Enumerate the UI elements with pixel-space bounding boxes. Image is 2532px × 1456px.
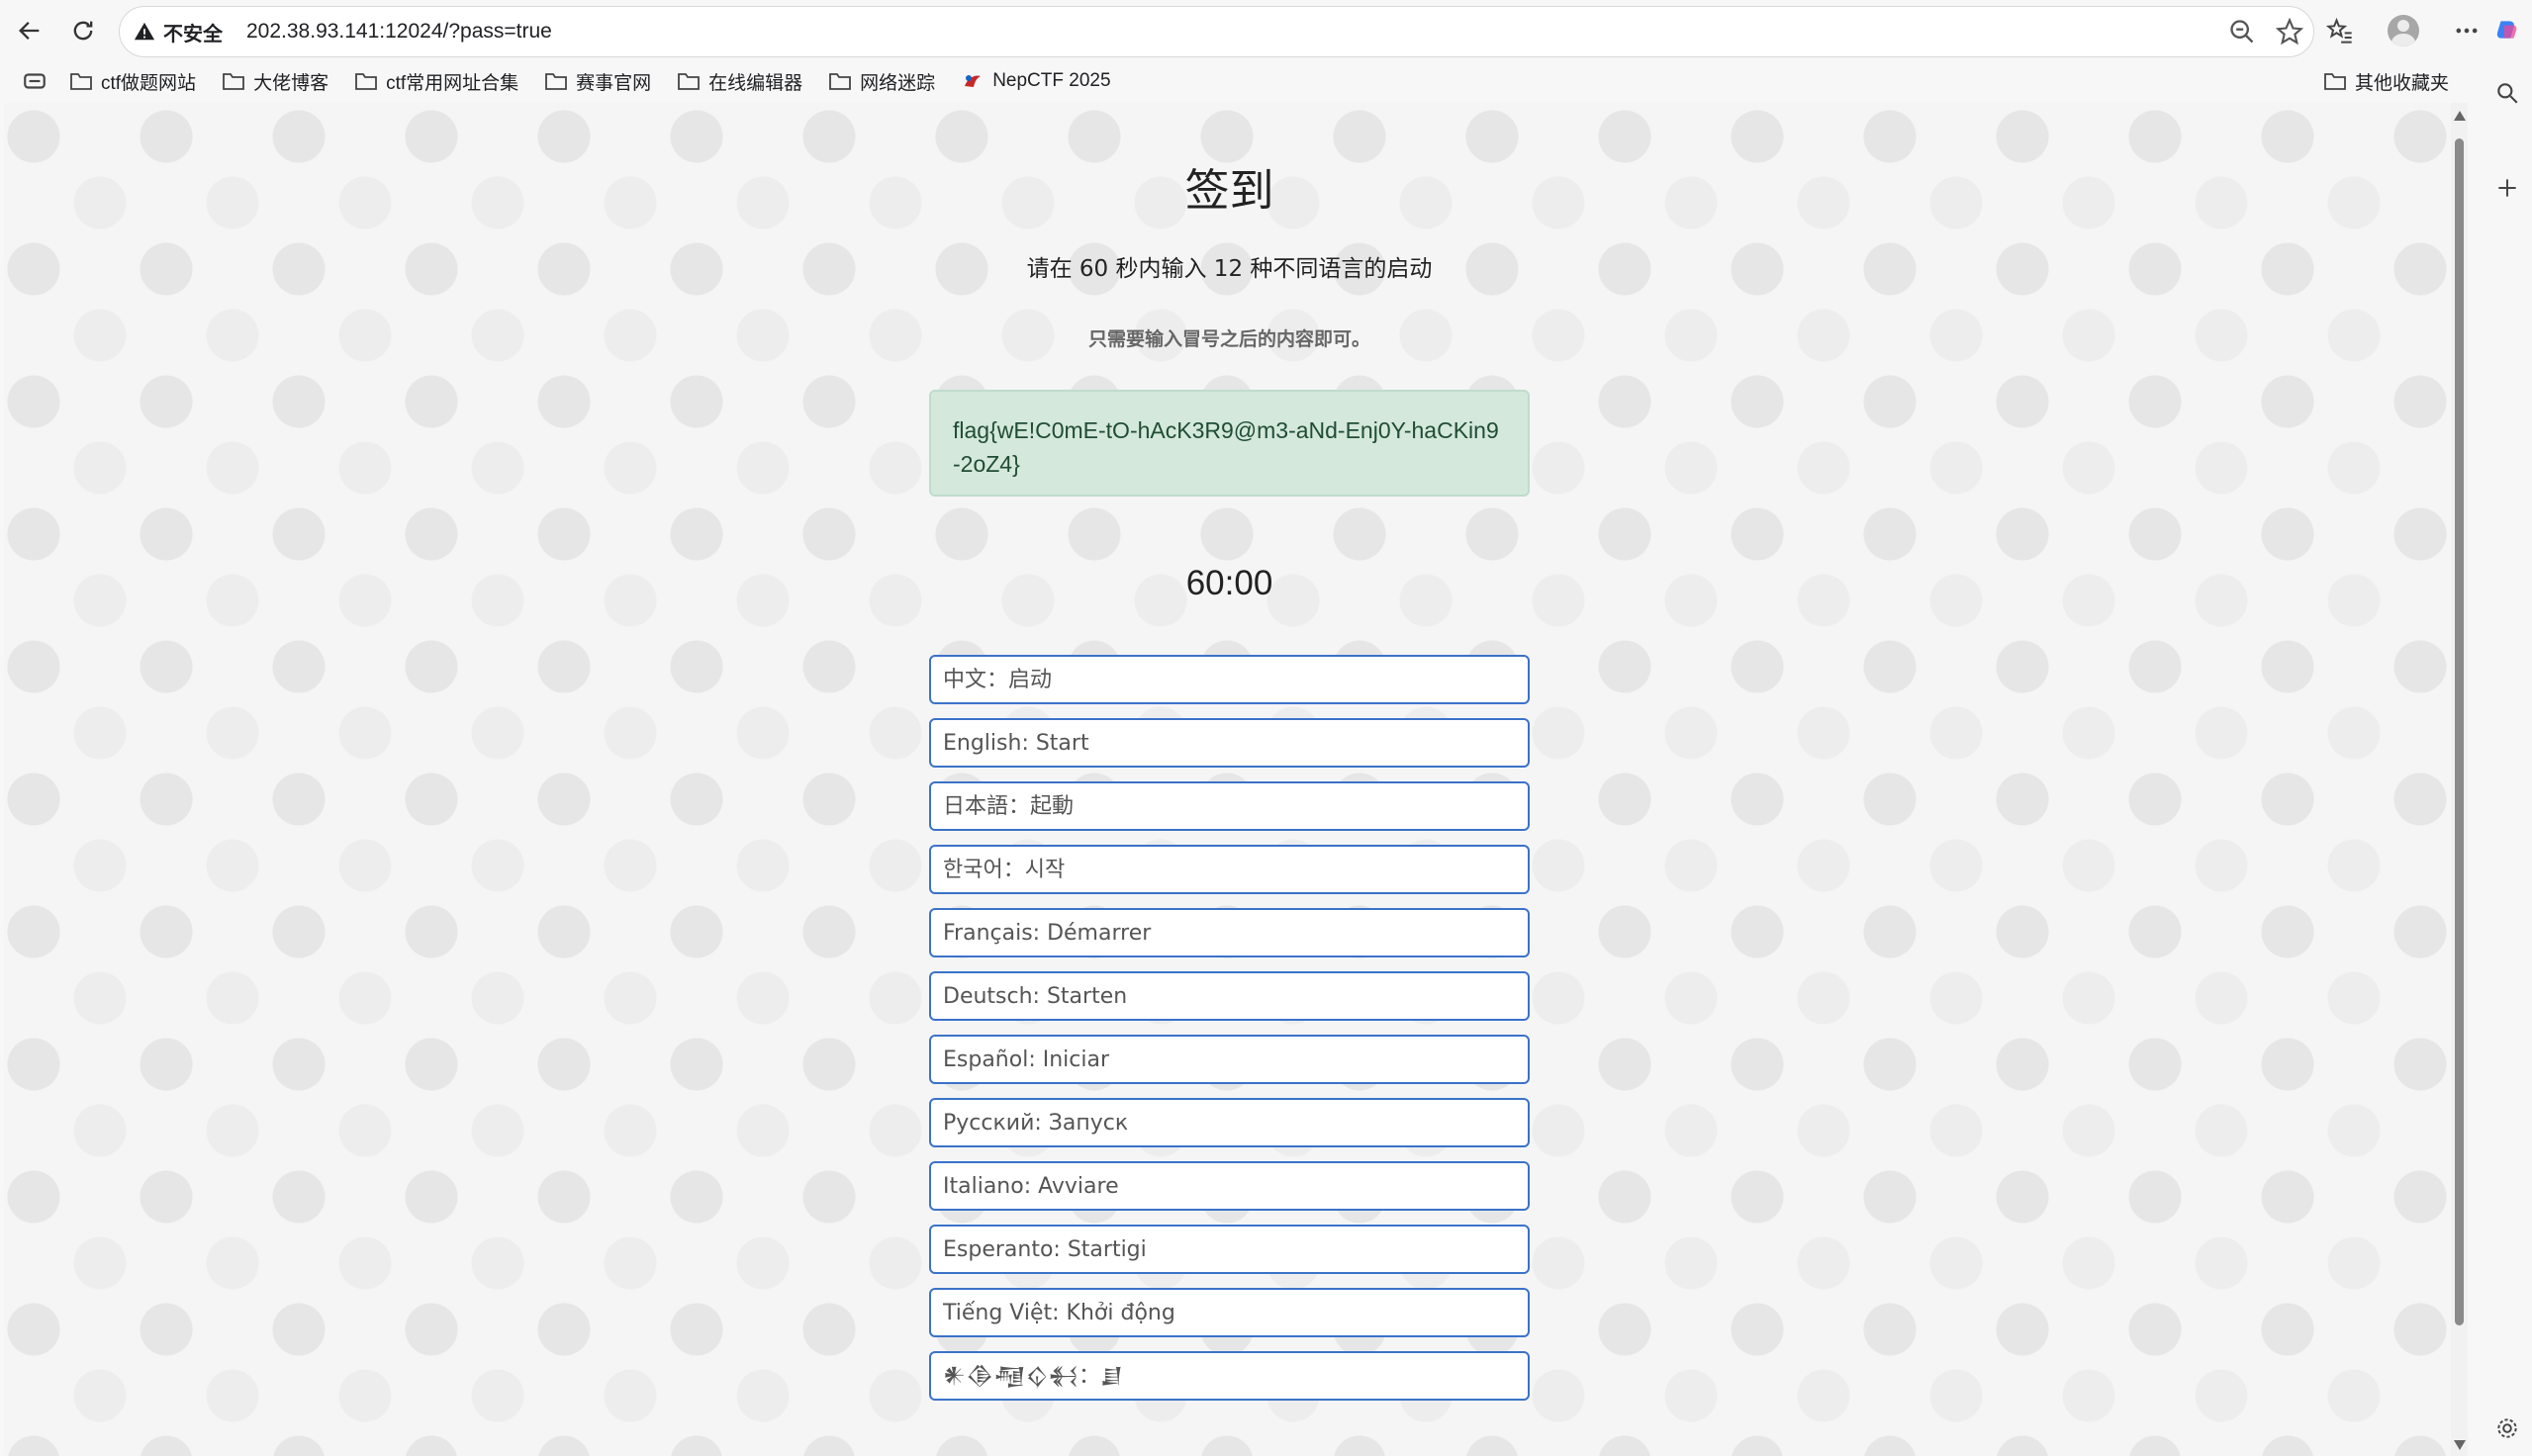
profile-button[interactable] <box>2384 11 2423 50</box>
favorites-button[interactable] <box>2320 11 2360 50</box>
bookmark-manager-icon[interactable] <box>22 68 47 94</box>
more-icon <box>2456 28 2478 34</box>
folder-icon <box>70 73 92 90</box>
plus-icon <box>2498 179 2516 197</box>
flag-alert: flag{wE!C0mE-tO-hAcK3R9@m3-aNd-Enj0Y-haC… <box>929 390 1530 497</box>
language-input-esperanto[interactable] <box>929 1225 1530 1274</box>
zoom-icon[interactable] <box>2228 18 2256 46</box>
bookmark-item[interactable]: ctf常用网址合集 <box>354 68 518 95</box>
folder-icon <box>678 73 701 90</box>
folder-icon <box>355 73 377 90</box>
page-scrollbar[interactable] <box>2451 103 2468 1456</box>
bookmark-label: 大佬博客 <box>253 72 329 94</box>
language-input-french[interactable] <box>929 908 1530 957</box>
browser-sidebar <box>2482 0 2532 1456</box>
language-input-list <box>929 655 1530 1414</box>
language-input-cuneiform[interactable] <box>929 1351 1530 1401</box>
gear-icon <box>2497 1418 2517 1438</box>
scrollbar-thumb[interactable] <box>2455 138 2464 1325</box>
warning-icon <box>134 22 155 41</box>
reload-icon <box>73 21 93 41</box>
folder-icon <box>545 73 568 90</box>
bookmark-item[interactable]: ctf做题网站 <box>69 68 196 95</box>
bookmark-label: 其他收藏夹 <box>2355 72 2450 94</box>
bookmark-label: 赛事官网 <box>576 72 652 94</box>
site-favicon-icon <box>965 75 982 87</box>
bookmark-item[interactable]: 网络迷踪 <box>828 68 935 95</box>
reload-button[interactable] <box>61 9 105 52</box>
more-menu-button[interactable] <box>2447 11 2486 50</box>
language-input-chinese[interactable] <box>929 655 1530 704</box>
sidebar-search-button[interactable] <box>2489 75 2525 111</box>
bookmark-item[interactable]: NepCTF 2025 <box>961 70 1111 92</box>
back-arrow-icon <box>19 22 40 40</box>
avatar <box>2388 15 2419 46</box>
scroll-down-arrow-icon[interactable] <box>2454 1440 2466 1450</box>
page-subtitle: 请在 60 秒内输入 12 种不同语言的启动 <box>1026 256 1433 282</box>
language-input-spanish[interactable] <box>929 1035 1530 1084</box>
browser-toolbar: 不安全 202.38.93.141:12024/?pass=true <box>0 0 2532 61</box>
bookmark-label: 在线编辑器 <box>708 72 803 94</box>
bookmark-label: 网络迷踪 <box>860 72 936 94</box>
search-icon <box>2497 83 2518 104</box>
favorites-icon <box>2326 17 2352 44</box>
url-text[interactable]: 202.38.93.141:12024/?pass=true <box>246 20 552 44</box>
address-bar[interactable]: 不安全 202.38.93.141:12024/?pass=true <box>119 6 2314 57</box>
folder-icon <box>223 73 244 90</box>
language-input-korean[interactable] <box>929 845 1530 894</box>
folder-icon <box>2324 73 2346 90</box>
star-icon[interactable] <box>2276 18 2303 46</box>
language-input-german[interactable] <box>929 971 1530 1021</box>
countdown-timer: 60:00 <box>1185 564 1273 602</box>
language-input-english[interactable] <box>929 718 1530 768</box>
bookmark-label: ctf做题网站 <box>101 72 197 94</box>
bookmark-label: ctf常用网址合集 <box>386 72 519 94</box>
sidebar-settings-button[interactable] <box>2489 1410 2525 1446</box>
folder-icon <box>829 73 852 90</box>
copilot-button[interactable] <box>2489 12 2525 47</box>
other-bookmarks-folder[interactable]: 其他收藏夹 <box>2323 61 2449 101</box>
language-input-italian[interactable] <box>929 1161 1530 1211</box>
bookmarks-bar: ctf做题网站 大佬博客 ctf常用网址合集 赛事官网 在线编辑器 网络迷踪 N… <box>0 61 2532 101</box>
scroll-up-arrow-icon[interactable] <box>2454 111 2466 121</box>
page-viewport: 签到 请在 60 秒内输入 12 种不同语言的启动 只需要输入冒号之后的内容即可… <box>4 103 2468 1456</box>
page-hint: 只需要输入冒号之后的内容即可。 <box>1087 328 1370 350</box>
copilot-icon <box>2496 21 2517 39</box>
page-title: 签到 <box>1184 164 1274 217</box>
language-input-russian[interactable] <box>929 1098 1530 1147</box>
back-button[interactable] <box>8 9 51 52</box>
bookmark-item[interactable]: 大佬博客 <box>222 68 328 95</box>
security-label: 不安全 <box>163 23 223 46</box>
bookmark-item[interactable]: 赛事官网 <box>544 68 651 95</box>
bookmark-item[interactable]: 在线编辑器 <box>677 68 802 95</box>
security-indicator[interactable]: 不安全 <box>134 18 223 46</box>
bookmark-label: NepCTF 2025 <box>992 70 1111 91</box>
sidebar-add-button[interactable] <box>2489 170 2525 206</box>
language-input-japanese[interactable] <box>929 781 1530 831</box>
language-input-vietnamese[interactable] <box>929 1288 1530 1337</box>
